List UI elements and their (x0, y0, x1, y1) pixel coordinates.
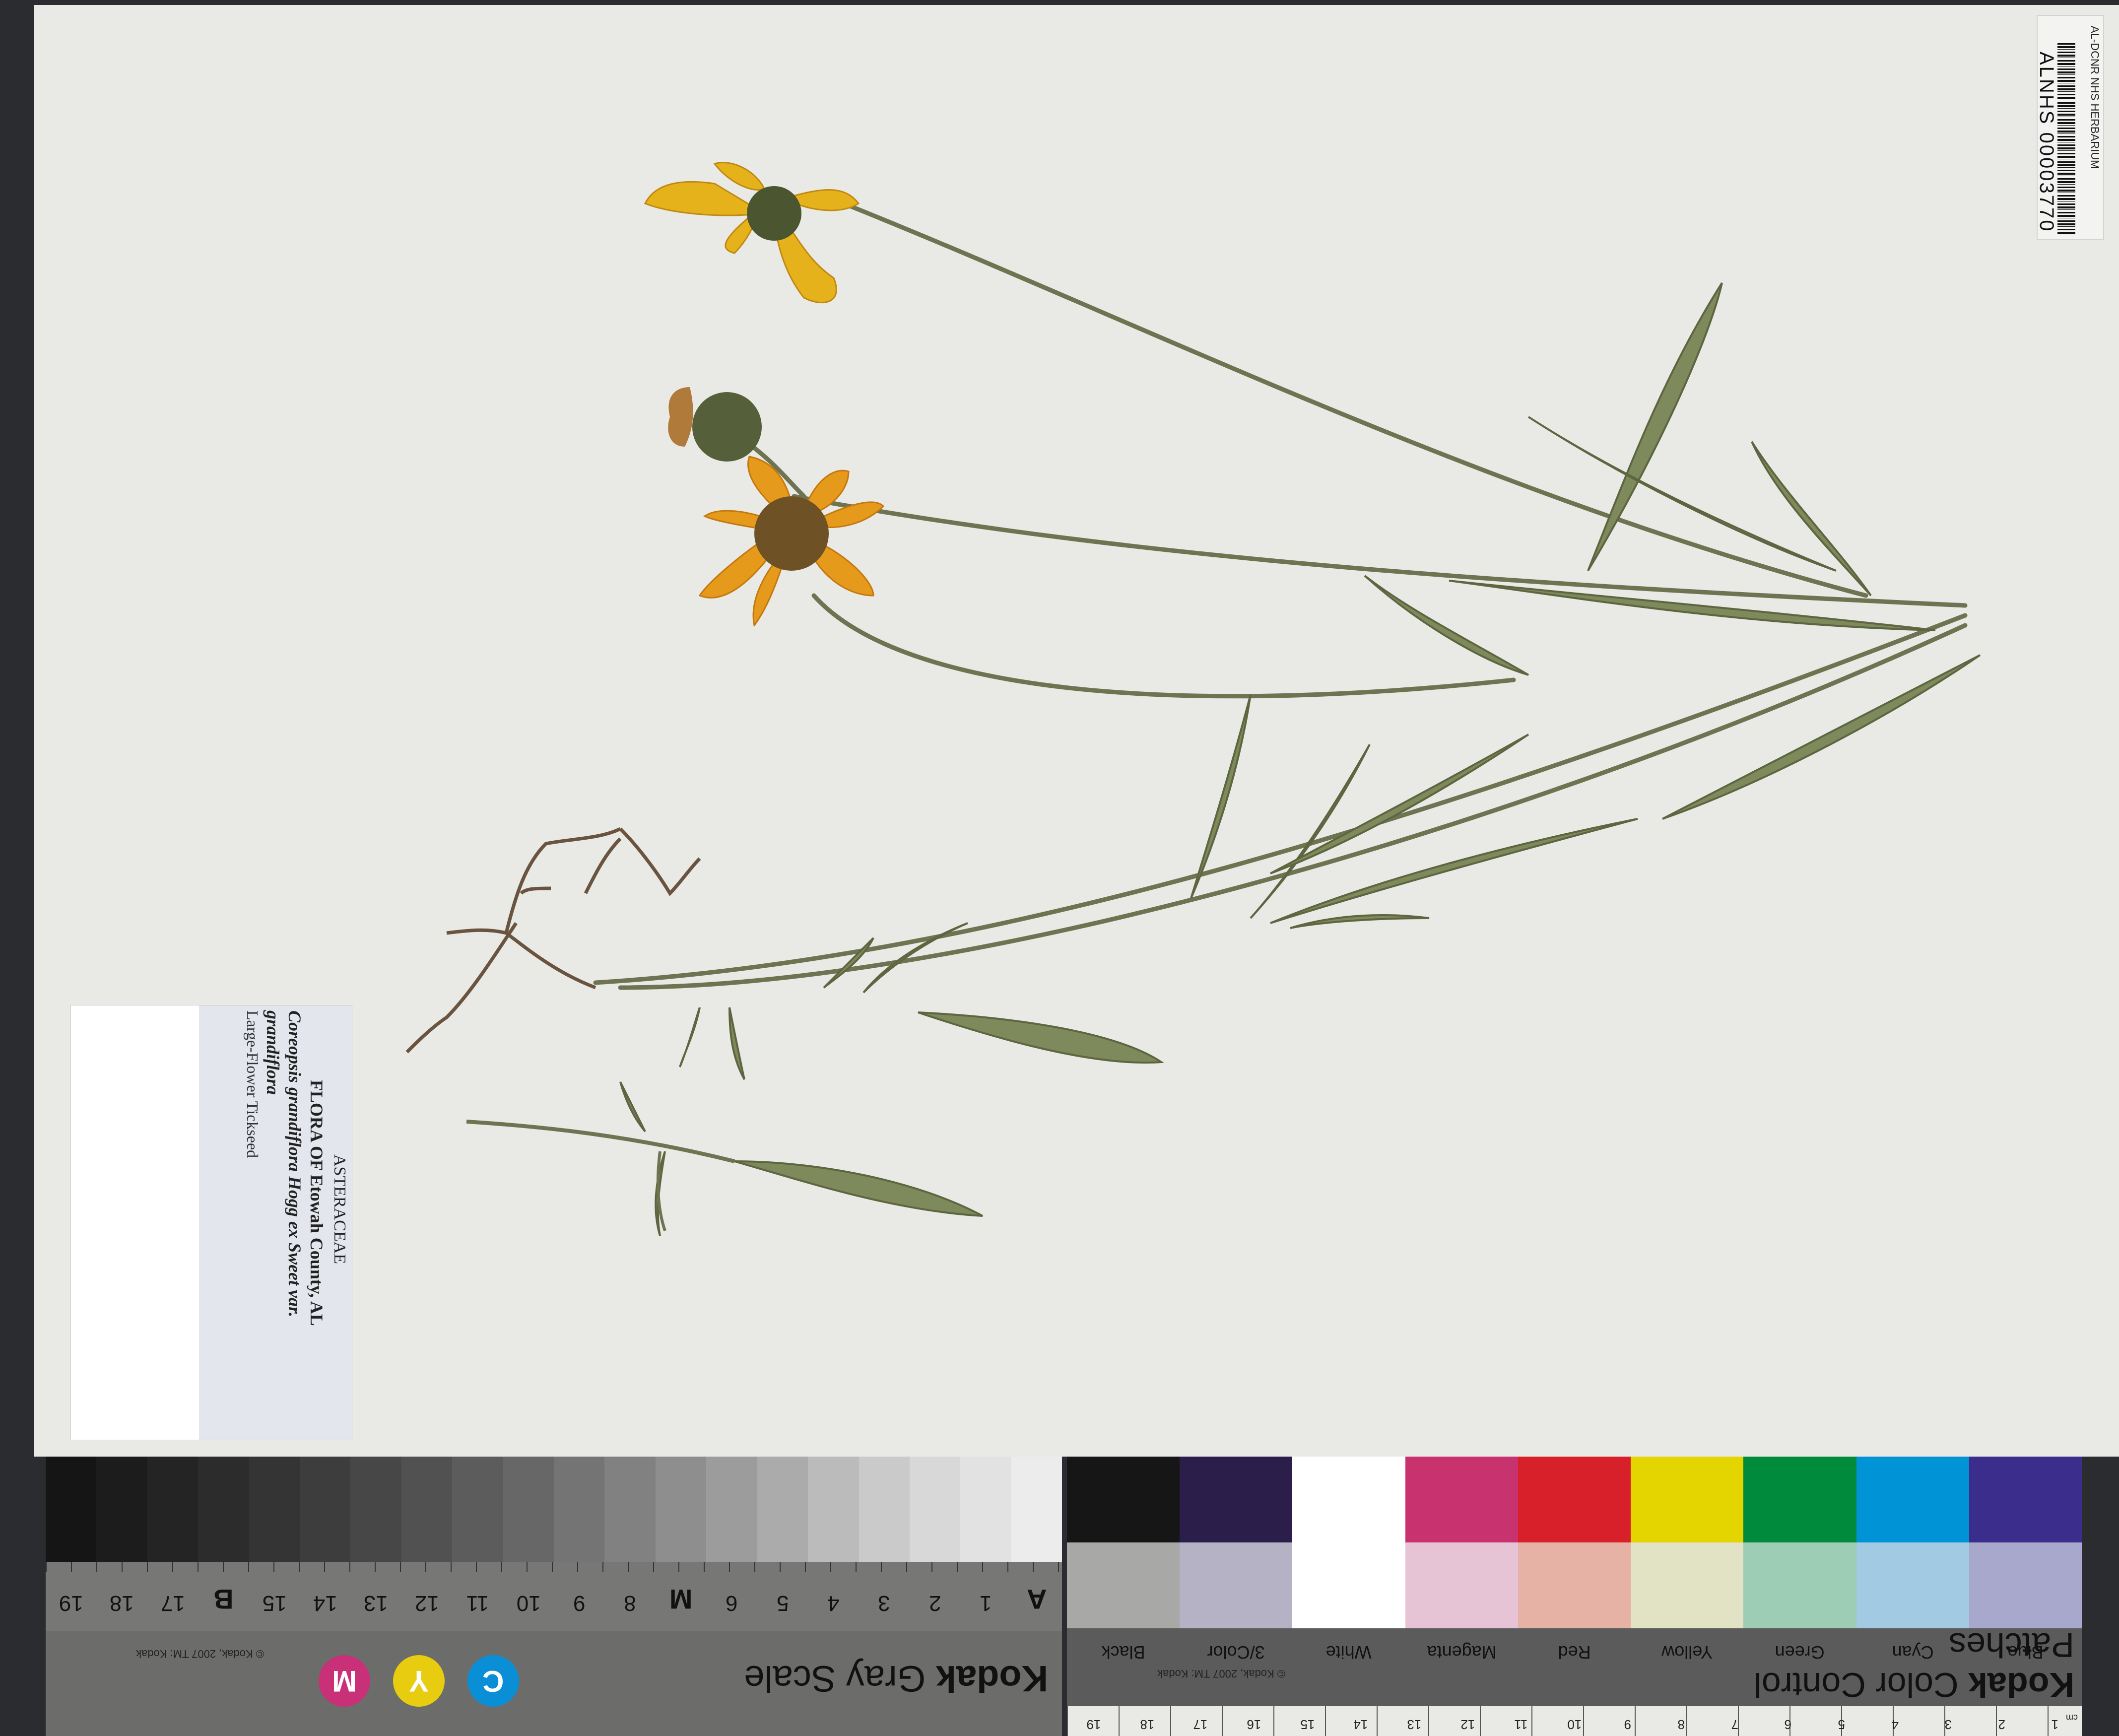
patch-bottom (1631, 1542, 1744, 1628)
gray-scale-label: 18 (110, 1591, 134, 1615)
color-card-title-row: Kodak Color Control Patches (1712, 1626, 2074, 1705)
ruler-number: 5 (1838, 1717, 1845, 1732)
redacted-block (71, 1005, 199, 1440)
locality: FLORA OF Etowah County, AL (307, 1080, 327, 1326)
yellow-letter: Y (408, 1664, 429, 1698)
ruler-number: 9 (1624, 1717, 1632, 1732)
kodak-logo: Kodak (935, 1658, 1048, 1699)
gray-scale-label: 2 (928, 1591, 941, 1615)
ruler-number: 3 (1944, 1717, 1952, 1732)
patch-top (1180, 1457, 1293, 1542)
ruler-number: 16 (1247, 1717, 1261, 1732)
gray-scale-label: A (1026, 1584, 1047, 1615)
kodak-gray-scale-card: A 1 2 3 4 5 6 M 8 9 10 11 12 13 14 15 B 17 18 19 Kodak Gray… (46, 1457, 1062, 1736)
patch-label: Red (1558, 1642, 1591, 1663)
common-name: Large-Flower Tickseed (244, 1010, 262, 1158)
gray-scale-label: 12 (414, 1591, 439, 1615)
scientific-name-variety: grandiflora (263, 1010, 283, 1095)
kodak-logo-2: Kodak (1968, 1666, 2074, 1704)
ruler-number: 12 (1460, 1717, 1475, 1732)
gray-scale-label: 13 (364, 1591, 388, 1615)
patch-top (1405, 1457, 1518, 1542)
patch-bottom (1743, 1542, 1856, 1628)
ruler-number: 15 (1300, 1717, 1315, 1732)
patch-bottom (1518, 1542, 1631, 1628)
gray-scale-label: 14 (313, 1591, 337, 1615)
ruler-number: 2 (1998, 1717, 2005, 1732)
patch-top (1743, 1457, 1856, 1542)
gray-scale-label: 11 (466, 1591, 489, 1615)
patch-label: Magenta (1427, 1642, 1497, 1663)
ruler-number: 19 (1086, 1717, 1101, 1732)
patch-label: Green (1775, 1642, 1825, 1663)
magenta-letter: M (332, 1664, 357, 1698)
gray-copyright: © Kodak, 2007 TM: Kodak (136, 1648, 264, 1660)
cyan-circle: C (467, 1655, 519, 1707)
kodak-color-control-card: Blue Cyan Green Yellow Red Magenta White 3/Colo… (1067, 1457, 2082, 1736)
catalog-number: ALNHS 00003770 (2036, 52, 2057, 233)
magenta-circle: M (319, 1655, 370, 1707)
yellow-circle: Y (393, 1655, 445, 1707)
patch-bottom (1067, 1542, 1180, 1628)
ruler-number: 14 (1353, 1717, 1368, 1732)
gray-scale-label: 4 (827, 1591, 840, 1615)
patch-top (1631, 1457, 1744, 1542)
scientific-name: Coreopsis grandiflora Hogg ex Sweet var. (285, 1010, 305, 1318)
cm-ruler: 1 2 3 4 5 6 7 8 9 10 11 12 13 14 15 16 17 18 19 cm (1067, 1706, 2082, 1736)
color-patches (1067, 1457, 2082, 1628)
patch-bottom (1856, 1542, 1969, 1628)
gray-scale-labels: A 1 2 3 4 5 6 M 8 9 10 11 12 13 14 15 B 17 18 19 (46, 1581, 1062, 1615)
ruler-number: 13 (1407, 1717, 1422, 1732)
gray-scale-label: 15 (262, 1591, 287, 1615)
ruler-numbers: 1 2 3 4 5 6 7 8 9 10 11 12 13 14 15 16 17 18 19 (1067, 1710, 2082, 1732)
gray-scale-title: Gray Scale (744, 1658, 926, 1699)
patch-label: Black (1101, 1642, 1145, 1663)
gray-scale-label: 5 (776, 1591, 789, 1615)
cyan-letter: C (482, 1664, 504, 1698)
gray-scale-title-row: Kodak Gray Scale (740, 1655, 1048, 1700)
patch-top (1292, 1457, 1405, 1542)
patch-black-top (1067, 1457, 1180, 1542)
color-copyright: © Kodak, 2007 TM: Kodak (1157, 1668, 1285, 1680)
patch-top (1969, 1457, 2082, 1542)
ruler-number: 6 (1784, 1717, 1792, 1732)
patch-top (1518, 1457, 1631, 1542)
gray-scale-label: 9 (573, 1591, 586, 1615)
gray-scale-label: B (213, 1584, 234, 1615)
family-name: ASTERACEAE (331, 1154, 349, 1264)
ruler-number: 10 (1567, 1717, 1582, 1732)
ruler-number: 7 (1731, 1717, 1738, 1732)
gray-scale-label: 8 (624, 1591, 636, 1615)
ruler-unit: cm (2066, 1713, 2078, 1723)
patch-bottom (1969, 1542, 2082, 1628)
barcode (2057, 43, 2075, 237)
gray-scale-label: M (669, 1584, 693, 1615)
patch-label: 3/Color (1207, 1642, 1265, 1663)
gray-scale-label: 6 (726, 1591, 738, 1615)
institution-name: AL-DCNR NHS HERBARIUM (2089, 26, 2101, 169)
patch-label: Yellow (1661, 1642, 1713, 1663)
ruler-number: 8 (1677, 1717, 1685, 1732)
gray-scale-label: 19 (59, 1591, 83, 1615)
gray-scale-label: 10 (516, 1591, 541, 1615)
ruler-number: 18 (1140, 1717, 1155, 1732)
patch-label: White (1326, 1642, 1372, 1663)
ruler-number: 4 (1891, 1717, 1899, 1732)
gray-scale-label: 3 (878, 1591, 890, 1615)
herbarium-label: ASTERACEAE FLORA OF Etowah County, AL Co… (70, 1005, 352, 1440)
barcode-label: AL-DCNR NHS HERBARIUM ALNHS 00003770 (2036, 15, 2104, 240)
gray-scale-label: 1 (980, 1591, 992, 1615)
patch-bottom (1405, 1542, 1518, 1628)
ruler-number: 11 (1514, 1717, 1528, 1732)
gray-scale-ticks (46, 1562, 1062, 1572)
patch-bottom (1180, 1542, 1293, 1628)
gray-scale-label: 17 (160, 1591, 185, 1615)
patch-top (1856, 1457, 1969, 1542)
ruler-number: 17 (1193, 1717, 1208, 1732)
patch-labels: Blue Cyan Green Yellow Red Magenta White 3/Colo… (1067, 1633, 2082, 1663)
gray-steps (46, 1457, 1062, 1562)
patch-bottom (1292, 1542, 1405, 1628)
